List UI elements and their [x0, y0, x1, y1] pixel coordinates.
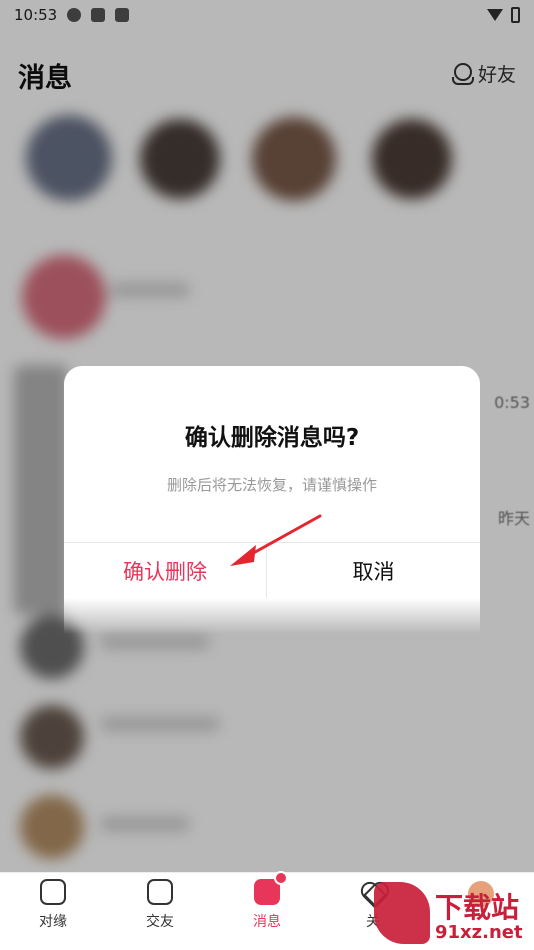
nav-label: 消息 [253, 914, 281, 930]
watermark-brand: 下载站 [435, 891, 520, 924]
nav-label: 交友 [146, 914, 174, 930]
nav-item-dating[interactable]: 交友 [115, 879, 205, 945]
cancel-button[interactable]: 取消 [267, 543, 480, 598]
nav-item-match[interactable]: 对缘 [8, 879, 98, 945]
nav-label: 对缘 [39, 914, 67, 930]
message-icon [254, 871, 288, 905]
unread-badge [274, 871, 288, 885]
info-icon [40, 879, 66, 905]
nav-item-messages[interactable]: 消息 [222, 871, 312, 945]
watermark-logo-icon [374, 882, 430, 944]
delete-confirm-dialog: 确认删除消息吗? 删除后将无法恢复，请谨慎操作 确认删除 取消 [64, 366, 480, 598]
watermark-site: 91xz.net [435, 922, 523, 943]
video-icon [147, 879, 173, 905]
confirm-delete-button[interactable]: 确认删除 [64, 543, 266, 598]
dialog-message: 删除后将无法恢复，请谨慎操作 [166, 476, 377, 494]
dialog-title: 确认删除消息吗? [184, 425, 360, 451]
dialog-bottom-fade [64, 598, 480, 634]
